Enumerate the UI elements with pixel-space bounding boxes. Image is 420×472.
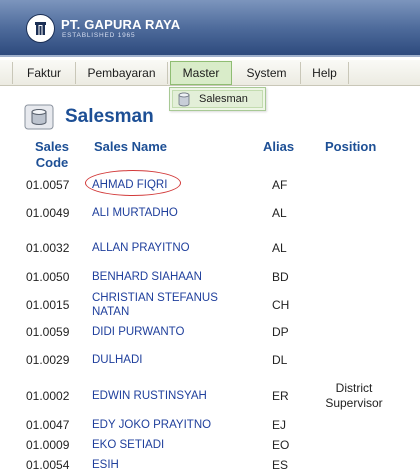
master-dropdown: Salesman [169, 87, 266, 111]
sales-code-cell: 01.0049 [26, 206, 70, 220]
alias-cell: EJ [272, 418, 287, 432]
sales-name-link[interactable]: EKO SETIADI [92, 438, 252, 452]
logo-icon [35, 22, 46, 35]
sales-name-link[interactable]: BENHARD SIAHAAN [92, 270, 252, 284]
sales-code-cell: 01.0029 [26, 353, 70, 367]
alias-cell: BD [272, 270, 289, 284]
alias-cell: AL [272, 241, 287, 255]
sales-code-cell: 01.0050 [26, 270, 70, 284]
column-header-sales-name[interactable]: Sales Name [94, 139, 167, 155]
alias-cell: ES [272, 458, 289, 472]
sales-code-cell: 01.0032 [26, 241, 70, 255]
sales-code-cell: 01.0054 [26, 458, 70, 472]
company-tagline: ESTABLISHED 1965 [62, 32, 136, 39]
sales-code-cell: 01.0002 [26, 389, 70, 403]
company-logo [27, 15, 54, 42]
sales-code-cell: 01.0047 [26, 418, 70, 432]
app-header: PT. GAPURA RAYA ESTABLISHED 1965 [0, 0, 420, 57]
alias-cell: ER [272, 389, 289, 403]
salesman-icon [24, 104, 54, 130]
column-header-sales-code[interactable]: Sales Code [26, 139, 78, 171]
sales-name-link[interactable]: EDWIN RUSTINSYAH [92, 389, 252, 403]
sales-name-link[interactable]: EDY JOKO PRAYITNO [92, 418, 252, 432]
menu-faktur[interactable]: Faktur [12, 62, 76, 84]
sales-name-link[interactable]: ESIH [92, 458, 252, 472]
alias-cell: CH [272, 298, 290, 312]
menu-master[interactable]: Master [170, 61, 232, 85]
column-header-alias[interactable]: Alias [263, 139, 294, 155]
sales-code-cell: 01.0059 [26, 325, 70, 339]
menu-system[interactable]: System [233, 62, 301, 84]
page-title: Salesman [65, 106, 154, 127]
column-header-sales-code-line1: Sales [35, 139, 69, 154]
sales-name-link[interactable]: DIDI PURWANTO [92, 325, 252, 339]
sales-name-link[interactable]: ALLAN PRAYITNO [92, 241, 252, 255]
salesman-icon [178, 92, 190, 107]
sales-name-link[interactable]: CHRISTIAN STEFANUS NATAN [92, 291, 232, 319]
dropdown-item-salesman[interactable]: Salesman [172, 90, 263, 108]
menu-bar: Faktur Pembayaran Master System Help [0, 60, 420, 86]
highlight-annotation [85, 170, 181, 196]
alias-cell: EO [272, 438, 290, 452]
sales-code-cell: 01.0009 [26, 438, 70, 452]
column-header-sales-code-line2: Code [35, 155, 69, 170]
alias-cell: DP [272, 325, 289, 339]
dropdown-item-label: Salesman [199, 93, 248, 105]
alias-cell: DL [272, 353, 288, 367]
alias-cell: AL [272, 206, 287, 220]
sales-name-link[interactable]: ALI MURTADHO [92, 206, 252, 220]
column-header-position[interactable]: Position [325, 139, 376, 155]
menu-help[interactable]: Help [301, 62, 349, 84]
sales-name-link[interactable]: DULHADI [92, 353, 252, 367]
sales-code-cell: 01.0057 [26, 178, 70, 192]
alias-cell: AF [272, 178, 288, 192]
sales-code-cell: 01.0015 [26, 298, 70, 312]
menu-pembayaran[interactable]: Pembayaran [76, 62, 168, 84]
position-cell: District Supervisor [325, 381, 383, 410]
company-name: PT. GAPURA RAYA [61, 17, 181, 32]
